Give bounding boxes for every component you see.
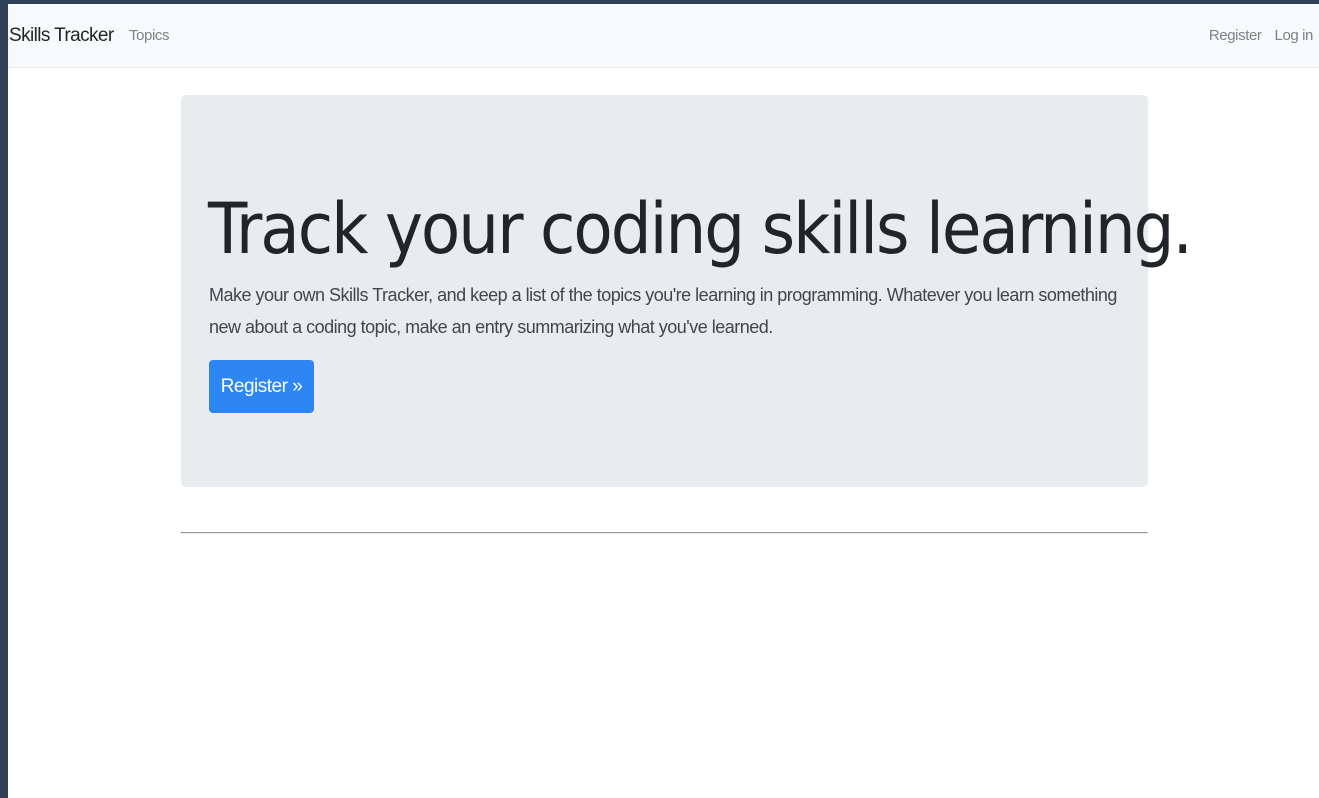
nav-link-topics[interactable]: Topics <box>129 27 170 44</box>
register-button[interactable]: Register » <box>209 360 314 413</box>
nav-right-group: Register Log in <box>1209 27 1314 44</box>
navbar: Skills Tracker Topics Register Log in <box>8 4 1319 68</box>
hero-title: Track your coding skills learning. <box>208 188 1193 270</box>
nav-link-register[interactable]: Register <box>1209 27 1262 44</box>
browser-viewport: Skills Tracker Topics Register Log in Tr… <box>8 4 1319 798</box>
hero-jumbotron: Track your coding skills learning. Make … <box>181 95 1193 487</box>
hero-lead-text: Make your own Skills Tracker, and keep a… <box>209 285 1117 337</box>
nav-link-login[interactable]: Log in <box>1275 27 1314 44</box>
brand-link[interactable]: Skills Tracker <box>9 25 114 47</box>
divider <box>181 532 1148 534</box>
